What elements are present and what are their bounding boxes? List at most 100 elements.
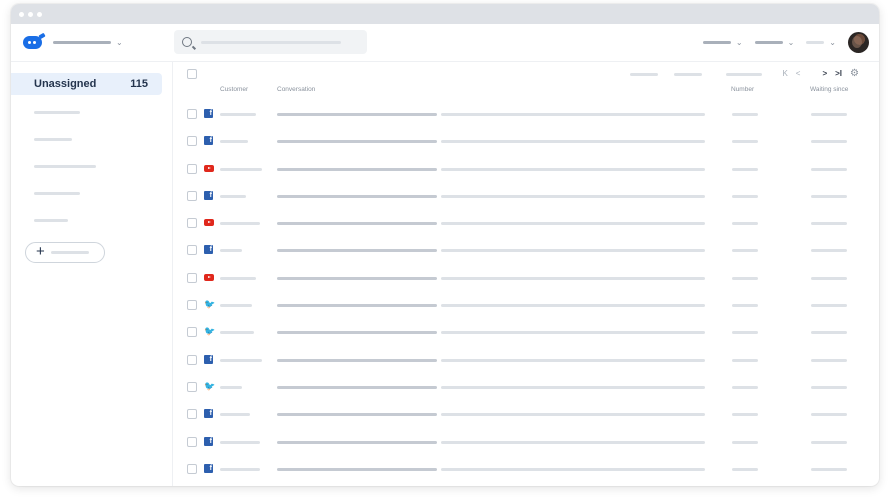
conversation-subject — [277, 467, 437, 471]
table-row[interactable]: 🐦 — [174, 291, 879, 318]
prev-page-button[interactable]: < — [796, 69, 801, 78]
window-minimize-button[interactable] — [28, 11, 33, 17]
top-bar: ⌄ ⌄ ⌄ ⌄ — [11, 24, 879, 62]
table-row[interactable]: f — [174, 400, 879, 427]
conversation-number — [732, 167, 758, 171]
sidebar-item[interactable] — [11, 126, 172, 153]
filter-dropdown-3[interactable]: ⌄ — [806, 38, 836, 47]
row-checkbox[interactable] — [187, 300, 197, 311]
sidebar-item-unassigned[interactable]: Unassigned 115 — [11, 73, 162, 95]
row-checkbox[interactable] — [187, 381, 197, 392]
conversation-preview — [441, 413, 705, 417]
waiting-since — [811, 358, 847, 362]
conversation-subject — [277, 222, 437, 226]
table-row[interactable]: f — [174, 127, 879, 154]
conversation-number — [732, 413, 758, 417]
youtube-icon — [204, 273, 214, 281]
conversation-subject — [277, 413, 437, 417]
row-checkbox[interactable] — [187, 218, 197, 229]
row-checkbox[interactable] — [187, 190, 197, 201]
conversation-number — [732, 440, 758, 444]
sidebar-item-label: Unassigned — [34, 78, 97, 90]
customer-name — [220, 467, 260, 471]
row-checkbox[interactable] — [187, 409, 197, 420]
first-page-button[interactable]: K — [782, 69, 787, 78]
facebook-icon: f — [204, 109, 213, 118]
column-header-waiting-since[interactable]: Waiting since — [810, 86, 848, 93]
facebook-icon: f — [204, 436, 213, 446]
waiting-since — [811, 385, 847, 389]
add-view-button[interactable]: + — [25, 242, 105, 263]
conversation-subject — [277, 249, 437, 253]
table-row[interactable]: 🐦 — [174, 318, 879, 345]
gear-icon[interactable]: ⚙ — [850, 68, 859, 79]
row-checkbox[interactable] — [187, 136, 197, 147]
window-maximize-button[interactable] — [37, 11, 42, 17]
waiting-since — [811, 113, 847, 116]
search-input[interactable] — [174, 30, 367, 54]
last-page-button[interactable]: >I — [835, 69, 842, 78]
facebook-icon: f — [204, 190, 213, 200]
conversation-subject — [277, 440, 437, 444]
row-checkbox[interactable] — [187, 272, 197, 283]
customer-name — [220, 385, 242, 389]
conversation-preview — [441, 385, 705, 389]
column-header-number[interactable]: Number — [731, 86, 754, 93]
table-row[interactable]: f — [174, 236, 879, 263]
table-row[interactable] — [174, 209, 879, 236]
conversation-preview — [441, 467, 705, 471]
user-avatar[interactable] — [848, 32, 869, 53]
table-row[interactable]: f — [174, 346, 879, 373]
facebook-icon: f — [204, 409, 213, 419]
column-header-customer[interactable]: Customer — [220, 86, 248, 93]
table-row[interactable]: f — [174, 182, 879, 209]
table-row[interactable]: f — [174, 100, 879, 127]
row-checkbox[interactable] — [187, 354, 197, 365]
conversation-table: Customer Conversation Number Waiting sin… — [174, 62, 879, 486]
conversation-subject — [277, 194, 437, 198]
youtube-icon — [204, 219, 214, 227]
row-checkbox[interactable] — [187, 436, 197, 447]
filter-dropdown-2[interactable]: ⌄ — [754, 38, 794, 47]
waiting-since — [811, 276, 847, 280]
sidebar-item[interactable] — [11, 153, 172, 180]
sidebar-item[interactable] — [11, 207, 172, 234]
customer-name — [220, 249, 242, 253]
sidebar-item[interactable] — [11, 99, 172, 126]
facebook-icon: f — [204, 136, 213, 146]
column-header-conversation[interactable]: Conversation — [277, 86, 315, 93]
customer-name — [220, 331, 254, 335]
customer-name — [220, 413, 250, 417]
conversation-number — [732, 385, 758, 389]
sidebar-item-count: 115 — [130, 78, 148, 90]
waiting-since — [811, 440, 847, 444]
sidebar-item[interactable] — [11, 180, 172, 207]
select-all-checkbox[interactable] — [187, 69, 197, 79]
search-icon — [182, 37, 192, 47]
table-row[interactable] — [174, 155, 879, 182]
table-row[interactable]: f — [174, 428, 879, 455]
twitter-icon: 🐦 — [204, 380, 216, 391]
row-checkbox[interactable] — [187, 245, 197, 256]
row-checkbox[interactable] — [187, 109, 197, 119]
conversation-preview — [441, 113, 705, 116]
plus-icon: + — [36, 243, 45, 260]
filter-dropdown-1[interactable]: ⌄ — [702, 38, 743, 47]
table-row[interactable]: f — [174, 455, 879, 482]
waiting-since — [811, 331, 847, 335]
customer-name — [220, 194, 246, 198]
customer-name — [220, 276, 256, 280]
conversation-subject — [277, 358, 437, 362]
sidebar: Unassigned 115 + — [11, 62, 173, 486]
window-close-button[interactable] — [19, 11, 24, 17]
table-row[interactable] — [174, 264, 879, 291]
workspace-switcher[interactable]: ⌄ — [11, 32, 173, 49]
row-checkbox[interactable] — [187, 327, 197, 338]
table-row[interactable]: 🐦 — [174, 373, 879, 400]
row-checkbox[interactable] — [187, 163, 197, 174]
facebook-icon: f — [204, 463, 213, 473]
title-bar — [11, 4, 879, 24]
next-page-button[interactable]: > — [822, 69, 827, 78]
row-checkbox[interactable] — [187, 463, 197, 474]
conversation-number — [732, 140, 758, 144]
